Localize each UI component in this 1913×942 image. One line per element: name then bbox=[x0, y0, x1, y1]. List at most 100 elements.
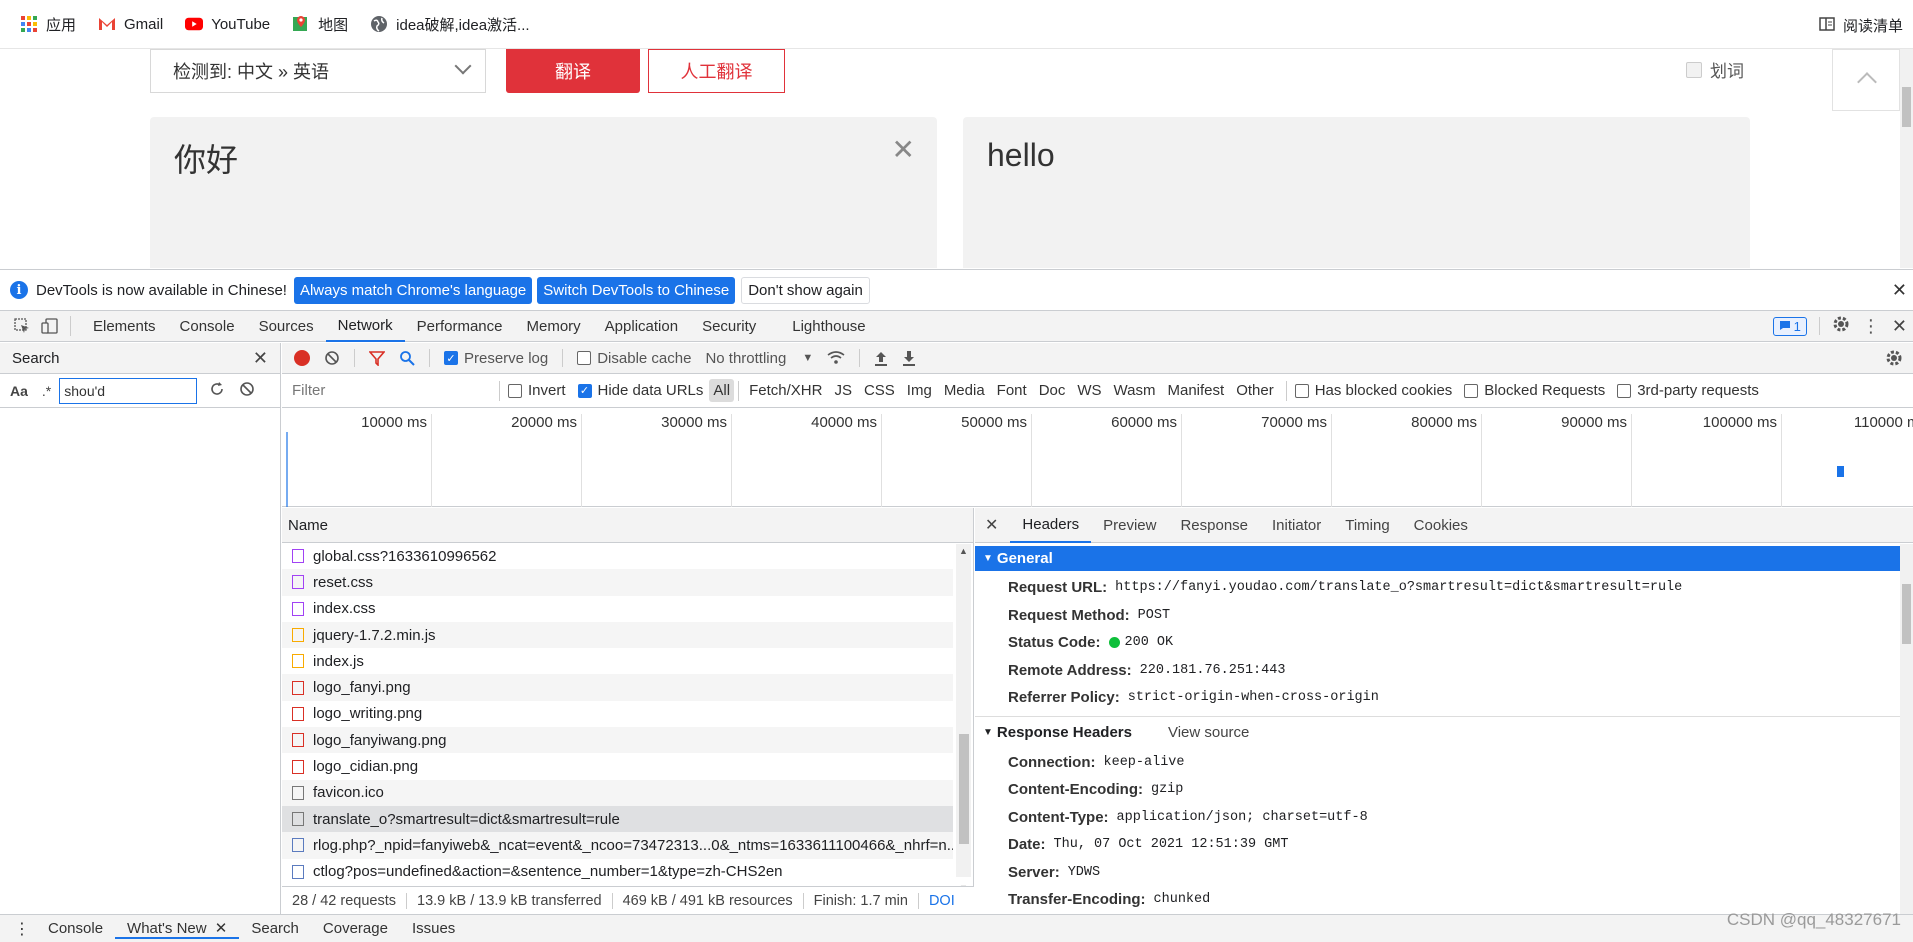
blocked-cookies-option[interactable]: Has blocked cookies bbox=[1294, 382, 1452, 399]
filter-type-doc[interactable]: Doc bbox=[1035, 379, 1070, 402]
request-row[interactable]: rlog.php?_npid=fanyiweb&_ncat=event&_nco… bbox=[282, 832, 953, 859]
tab-sources[interactable]: Sources bbox=[247, 311, 326, 342]
filter-icon[interactable] bbox=[369, 350, 385, 366]
back-to-top-button[interactable] bbox=[1832, 49, 1900, 111]
tab-performance[interactable]: Performance bbox=[405, 311, 515, 342]
search-icon[interactable] bbox=[399, 350, 415, 366]
drawer-menu-icon[interactable]: ⋮ bbox=[14, 919, 30, 939]
device-toolbar-icon[interactable] bbox=[40, 316, 60, 336]
blocked-cookies-checkbox[interactable] bbox=[1294, 383, 1309, 398]
clear-icon[interactable] bbox=[324, 350, 340, 366]
invert-checkbox[interactable] bbox=[508, 383, 522, 398]
general-section-header[interactable]: ▼ General bbox=[975, 546, 1913, 571]
filter-type-font[interactable]: Font bbox=[993, 379, 1031, 402]
request-list-scrollbar[interactable]: ▲ ▼ bbox=[956, 544, 971, 893]
scrollbar-thumb[interactable] bbox=[1902, 87, 1911, 127]
hide-data-urls-option[interactable]: ✓ Hide data URLs bbox=[577, 382, 703, 399]
request-row[interactable]: translate_o?smartresult=dict&smartresult… bbox=[282, 805, 953, 833]
import-har-icon[interactable] bbox=[874, 350, 888, 366]
refresh-icon[interactable] bbox=[209, 381, 225, 400]
filter-type-other[interactable]: Other bbox=[1232, 379, 1278, 402]
blocked-requests-checkbox[interactable] bbox=[1464, 383, 1479, 398]
drawer-tab-issues[interactable]: Issues bbox=[400, 920, 467, 937]
clear-search-icon[interactable] bbox=[239, 381, 255, 400]
scrollbar-thumb[interactable] bbox=[959, 734, 969, 844]
tab-security[interactable]: Security bbox=[690, 311, 768, 342]
disable-cache-option[interactable]: Disable cache bbox=[577, 350, 691, 367]
export-har-icon[interactable] bbox=[902, 350, 916, 366]
scroll-up-arrow-icon[interactable]: ▲ bbox=[959, 546, 968, 556]
dont-show-again-button[interactable]: Don't show again bbox=[741, 276, 870, 304]
view-source-link[interactable]: View source bbox=[1168, 724, 1249, 741]
filter-type-all[interactable]: All bbox=[709, 379, 735, 402]
match-case-toggle[interactable]: Aa bbox=[10, 383, 28, 399]
throttling-select[interactable]: No throttling ▼ bbox=[705, 350, 813, 367]
filter-type-wasm[interactable]: Wasm bbox=[1110, 379, 1160, 402]
clear-icon[interactable]: ✕ bbox=[892, 133, 915, 166]
tab-network[interactable]: Network bbox=[325, 311, 405, 342]
name-column-header[interactable]: Name bbox=[282, 508, 973, 543]
switch-chinese-button[interactable]: Switch DevTools to Chinese bbox=[537, 276, 736, 304]
invert-option[interactable]: Invert bbox=[508, 382, 566, 399]
more-options-icon[interactable]: ⋮ bbox=[1862, 317, 1880, 335]
filter-input[interactable]: Filter bbox=[286, 378, 491, 403]
drawer-tab-search[interactable]: Search bbox=[239, 920, 311, 937]
drawer-tab-console[interactable]: Console bbox=[36, 920, 115, 937]
filter-type-fetch-xhr[interactable]: Fetch/XHR bbox=[745, 379, 826, 402]
tab-elements[interactable]: Elements bbox=[81, 311, 168, 342]
reading-list[interactable]: 阅读清单 bbox=[1819, 15, 1903, 36]
huaci-checkbox[interactable] bbox=[1686, 61, 1702, 78]
request-row[interactable]: logo_fanyiwang.png bbox=[282, 727, 953, 754]
details-scrollbar[interactable] bbox=[1900, 544, 1913, 914]
tab-response[interactable]: Response bbox=[1168, 508, 1260, 543]
request-row[interactable]: index.css bbox=[282, 596, 953, 622]
hide-data-urls-checkbox[interactable]: ✓ bbox=[577, 383, 592, 398]
human-translate-button[interactable]: 人工翻译 bbox=[648, 49, 785, 93]
close-details-icon[interactable]: ✕ bbox=[985, 515, 998, 535]
tab-lighthouse[interactable]: Lighthouse bbox=[780, 311, 877, 342]
regex-toggle[interactable]: .* bbox=[42, 383, 51, 399]
bookmark-gmail[interactable]: Gmail bbox=[98, 15, 163, 33]
tab-preview[interactable]: Preview bbox=[1091, 508, 1168, 543]
filter-type-manifest[interactable]: Manifest bbox=[1164, 379, 1229, 402]
close-icon[interactable]: ✕ bbox=[1892, 280, 1907, 301]
request-row[interactable]: logo_writing.png bbox=[282, 701, 953, 727]
record-button[interactable] bbox=[294, 350, 310, 366]
translate-button[interactable]: 翻译 bbox=[506, 49, 640, 93]
page-scrollbar[interactable] bbox=[1900, 49, 1913, 268]
filter-type-img[interactable]: Img bbox=[903, 379, 936, 402]
match-language-button[interactable]: Always match Chrome's language bbox=[293, 276, 533, 304]
bookmark-youtube[interactable]: YouTube bbox=[185, 15, 270, 33]
request-row[interactable]: favicon.ico bbox=[282, 779, 953, 806]
bookmark-apps[interactable]: 应用 bbox=[20, 14, 76, 35]
search-input[interactable]: shou'd bbox=[59, 377, 198, 404]
drawer-tab-whats-new[interactable]: What's New ✕ bbox=[115, 919, 240, 939]
huaci-toggle[interactable]: 划词 bbox=[1686, 57, 1744, 82]
tab-initiator[interactable]: Initiator bbox=[1260, 508, 1333, 543]
filter-type-css[interactable]: CSS bbox=[860, 379, 899, 402]
source-text-area[interactable]: 你好 ✕ bbox=[150, 117, 937, 268]
close-icon[interactable]: ✕ bbox=[253, 348, 268, 369]
response-headers-section-header[interactable]: ▼ Response Headers View source bbox=[975, 715, 1913, 749]
request-row[interactable]: reset.css bbox=[282, 569, 953, 596]
request-row[interactable]: ctlog?pos=undefined&action=&sentence_num… bbox=[282, 859, 953, 885]
tab-headers[interactable]: Headers bbox=[1010, 508, 1092, 543]
third-party-checkbox[interactable] bbox=[1617, 383, 1632, 398]
messages-badge[interactable]: 1 bbox=[1772, 316, 1807, 336]
third-party-option[interactable]: 3rd-party requests bbox=[1617, 382, 1759, 399]
language-select[interactable]: 检测到: 中文 » 英语 bbox=[150, 49, 486, 93]
filter-type-js[interactable]: JS bbox=[830, 379, 856, 402]
filter-type-ws[interactable]: WS bbox=[1073, 379, 1105, 402]
tab-cookies[interactable]: Cookies bbox=[1402, 508, 1480, 543]
filter-type-media[interactable]: Media bbox=[940, 379, 989, 402]
drawer-tab-coverage[interactable]: Coverage bbox=[311, 920, 400, 937]
preserve-log-option[interactable]: ✓ Preserve log bbox=[444, 350, 548, 367]
inspect-element-icon[interactable] bbox=[12, 316, 32, 336]
tab-application[interactable]: Application bbox=[593, 311, 690, 342]
settings-gear-icon[interactable] bbox=[1832, 315, 1850, 337]
request-row[interactable]: global.css?1633610996562 bbox=[282, 543, 953, 569]
request-row[interactable]: logo_fanyi.png bbox=[282, 674, 953, 701]
request-row[interactable]: logo_cidian.png bbox=[282, 753, 953, 779]
tab-timing[interactable]: Timing bbox=[1333, 508, 1401, 543]
close-tab-icon[interactable]: ✕ bbox=[215, 920, 228, 937]
